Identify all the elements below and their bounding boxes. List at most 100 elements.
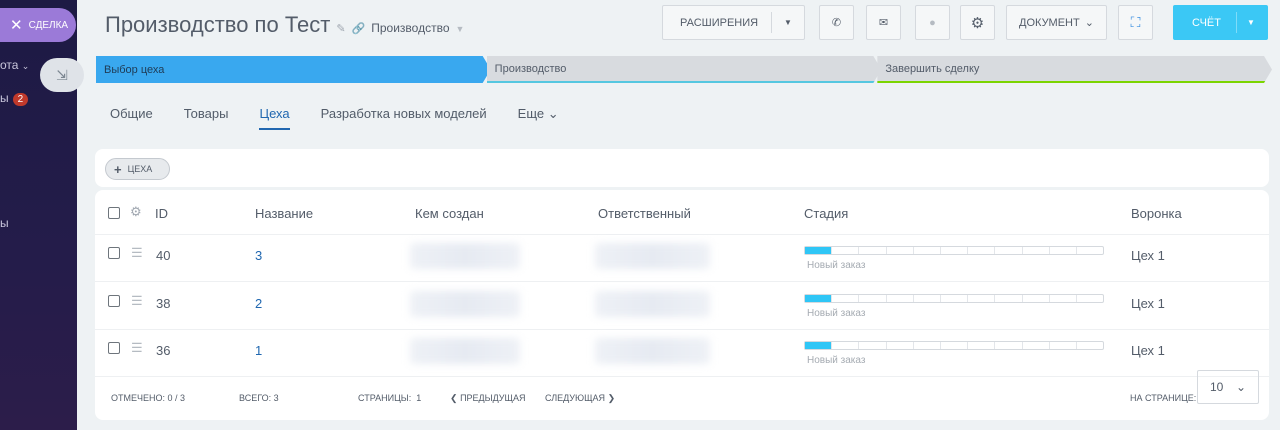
stage-segment xyxy=(968,247,996,254)
row-checkbox[interactable] xyxy=(108,342,120,354)
column-name[interactable]: Название xyxy=(255,206,313,221)
caret-down-icon[interactable]: ▼ xyxy=(784,18,792,27)
row-id: 40 xyxy=(156,248,171,263)
caret-down-icon[interactable]: ▼ xyxy=(1247,18,1255,27)
stage-progress[interactable] xyxy=(804,246,1104,255)
call-button[interactable]: ✆ xyxy=(819,5,854,40)
pages: СТРАНИЦЫ: 1 xyxy=(358,393,422,403)
created-by-blurred xyxy=(410,243,520,269)
table-header: ⚙ ID Название Кем создан Ответственный С… xyxy=(95,190,1269,235)
caret-down-icon[interactable]: ▼ xyxy=(456,24,465,34)
column-responsible[interactable]: Ответственный xyxy=(598,206,691,221)
select-all-checkbox[interactable] xyxy=(108,207,120,219)
stage-segment xyxy=(832,247,860,254)
stage-segment xyxy=(859,294,887,302)
stage-segment xyxy=(887,294,914,302)
column-id[interactable]: ID xyxy=(155,206,168,221)
sidebar-item[interactable]: ы xyxy=(0,216,9,230)
row-id: 38 xyxy=(156,295,171,311)
drag-handle-icon[interactable]: ☰ xyxy=(131,245,143,261)
per-page-label: НА СТРАНИЦЕ: xyxy=(1130,393,1197,403)
stage-segment xyxy=(1023,342,1050,349)
tab-more[interactable]: Еще ⌄ xyxy=(518,106,559,130)
stage-segment xyxy=(1050,294,1077,302)
drag-handle-icon[interactable]: ☰ xyxy=(131,293,143,309)
email-button[interactable]: ✉ xyxy=(866,5,901,40)
chevron-down-icon: ⌄ xyxy=(21,61,30,71)
tab-new-models[interactable]: Разработка новых моделей xyxy=(321,106,487,130)
stage-label: Новый заказ xyxy=(807,355,866,366)
settings-button[interactable]: ⚙ xyxy=(960,5,995,40)
row-name-link[interactable]: 2 xyxy=(255,296,262,311)
extensions-button[interactable]: РАСШИРЕНИЯ ▼ xyxy=(662,5,805,40)
tab-general[interactable]: Общие xyxy=(110,106,153,130)
row-funnel: Цех 1 xyxy=(1131,295,1165,311)
created-by-blurred xyxy=(410,338,520,364)
prev-page-button[interactable]: ❮ ПРЕДЫДУЩАЯ xyxy=(450,393,525,404)
scan-icon: ⛶ xyxy=(1130,14,1141,30)
table-row[interactable]: ☰ 36 1 Новый заказ Цех 1 xyxy=(95,330,1269,377)
stage-segment xyxy=(887,342,914,349)
table-row[interactable]: ☰ 38 2 Новый заказ Цех 1 xyxy=(95,283,1269,330)
funnel-selector[interactable]: Производство xyxy=(371,21,449,35)
column-created-by[interactable]: Кем создан xyxy=(415,206,484,221)
workshops-table: ⚙ ID Название Кем создан Ответственный С… xyxy=(95,190,1269,420)
stage-select-workshop[interactable]: Выбор цеха xyxy=(96,56,491,83)
chat-button[interactable]: ● xyxy=(915,5,950,40)
chevron-down-icon: ⌄ xyxy=(547,106,559,121)
tabs: Общие Товары Цеха Разработка новых модел… xyxy=(110,106,559,130)
scan-button[interactable]: ⛶ xyxy=(1118,5,1153,40)
next-page-button[interactable]: СЛЕДУЮЩАЯ ❯ xyxy=(545,393,615,404)
stage-segment xyxy=(941,294,969,302)
stage-finish-deal[interactable]: Завершить сделку xyxy=(877,56,1272,83)
sidebar-item[interactable]: ы2 xyxy=(0,91,29,106)
column-stage[interactable]: Стадия xyxy=(804,206,848,221)
stage-label: Новый заказ xyxy=(807,307,866,319)
stage-label: Новый заказ xyxy=(807,260,866,271)
page-number[interactable]: 1 xyxy=(416,393,421,403)
row-checkbox[interactable] xyxy=(108,294,120,307)
row-id: 36 xyxy=(156,343,171,358)
stage-segment xyxy=(887,247,914,254)
counter-badge: 2 xyxy=(12,93,29,106)
link-icon[interactable]: 🔗 xyxy=(352,22,366,35)
chevron-left-icon: ❮ xyxy=(450,393,458,403)
stage-segment xyxy=(859,247,887,254)
plus-icon: + xyxy=(114,161,122,177)
selected-count: ОТМЕЧЕНО: 0 / 3 xyxy=(111,393,186,403)
stage-progress[interactable] xyxy=(804,341,1104,350)
column-funnel[interactable]: Воронка xyxy=(1131,206,1182,221)
stage-segment xyxy=(1023,294,1050,302)
row-name-link[interactable]: 1 xyxy=(255,343,262,358)
stage-segment xyxy=(968,294,996,302)
tab-workshops[interactable]: Цеха xyxy=(259,106,290,130)
responsible-blurred xyxy=(595,290,710,317)
drag-handle-icon[interactable]: ☰ xyxy=(131,340,143,356)
chevron-right-icon: ❯ xyxy=(607,393,616,403)
stage-segment xyxy=(968,342,996,349)
edit-icon[interactable]: ✎ xyxy=(336,22,345,35)
tab-products[interactable]: Товары xyxy=(184,106,229,130)
stage-production[interactable]: Производство xyxy=(487,56,882,83)
sidebar-item[interactable]: ота ⌄ xyxy=(0,58,29,72)
stage-segment xyxy=(1023,247,1050,254)
per-page-select[interactable]: 10 ⌄ xyxy=(1197,370,1259,404)
stage-segment xyxy=(914,342,941,349)
row-checkbox[interactable] xyxy=(108,247,120,259)
close-deal-button[interactable]: ✕ СДЕЛКА xyxy=(0,8,76,42)
invoice-button[interactable]: СЧЁТ ▼ xyxy=(1173,5,1268,40)
collapse-button[interactable]: ⇲ xyxy=(40,58,84,92)
close-icon: ✕ xyxy=(10,17,23,34)
chevron-down-icon: ⌄ xyxy=(1235,380,1246,394)
stage-progress[interactable] xyxy=(804,293,1104,303)
add-workshop-button[interactable]: + ЦЕХА xyxy=(105,158,170,180)
row-funnel: Цех 1 xyxy=(1131,343,1165,358)
table-row[interactable]: ☰ 40 3 Новый заказ Цех 1 xyxy=(95,235,1269,282)
row-name-link[interactable]: 3 xyxy=(255,248,262,263)
phone-icon: ✆ xyxy=(831,17,842,29)
document-button[interactable]: ДОКУМЕНТ ⌄ xyxy=(1006,5,1107,40)
gear-icon[interactable]: ⚙ xyxy=(130,204,142,220)
stage-segment xyxy=(914,294,941,302)
stage-segment xyxy=(805,342,833,349)
stage-segment xyxy=(1077,247,1103,254)
